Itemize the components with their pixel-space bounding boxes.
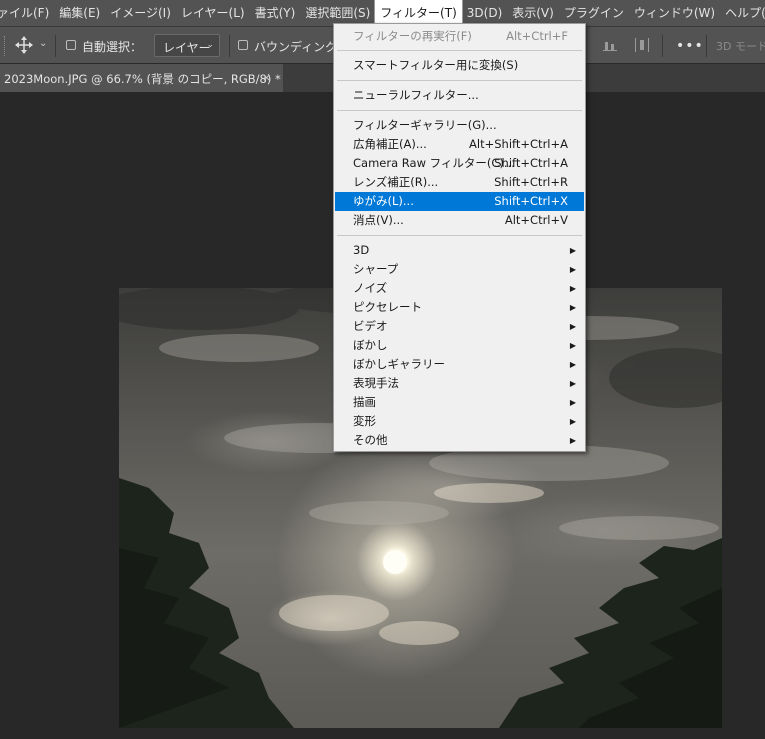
menu-item-label: 描画 [353, 395, 376, 409]
chevron-right-icon: ▶ [569, 265, 576, 274]
move-tool-icon[interactable] [15, 36, 33, 54]
auto-select-label: 自動選択： [82, 40, 143, 54]
auto-select-target-dropdown[interactable]: レイヤー ⌄ [154, 34, 220, 57]
chevron-right-icon: ▶ [569, 303, 576, 312]
menu-item-last-filter: フィルターの再実行(F) Alt+Ctrl+F [335, 27, 584, 46]
menu-item-liquify[interactable]: ゆがみ(L)... Shift+Ctrl+X [335, 192, 584, 211]
document-tab-title: 2023Moon.JPG @ 66.7% (背景 のコピー, RGB/8) * [4, 72, 281, 86]
menu-item-vanishing-point[interactable]: 消点(V)... Alt+Ctrl+V [335, 211, 584, 230]
menu-item-filter-gallery[interactable]: フィルターギャラリー(G)... [335, 116, 584, 135]
divider [229, 35, 230, 57]
show-transform-checkbox[interactable] [238, 40, 248, 50]
close-icon[interactable]: × [262, 71, 271, 84]
chevron-right-icon: ▶ [569, 417, 576, 426]
submenu-3d[interactable]: 3D ▶ [335, 241, 584, 260]
menu-divider [337, 110, 582, 111]
menu-item-shortcut: Alt+Shift+Ctrl+A [469, 137, 568, 151]
menu-item-shortcut: Shift+Ctrl+A [494, 156, 568, 170]
menu-item-label: レンズ補正(R)... [353, 175, 439, 189]
menu-item-label: ピクセレート [353, 300, 422, 314]
menu-item-shortcut: Shift+Ctrl+R [494, 175, 568, 189]
menu-item-label: 3D [353, 243, 370, 257]
menu-divider [337, 50, 582, 51]
menu-item-label: 変形 [353, 414, 376, 428]
submenu-blur[interactable]: ぼかし ▶ [335, 336, 584, 355]
chevron-right-icon: ▶ [569, 398, 576, 407]
menu-item-label: 表現手法 [353, 376, 399, 390]
menu-item-label: Camera Raw フィルター(C)... [353, 156, 515, 170]
menu-item-label: 広角補正(A)... [353, 137, 427, 151]
menu-item-adaptive-wide-angle[interactable]: 広角補正(A)... Alt+Shift+Ctrl+A [335, 135, 584, 154]
menu-item-label: シャープ [353, 262, 399, 276]
menu-item-label: フィルターの再実行(F) [353, 29, 472, 43]
submenu-blur-gallery[interactable]: ぼかしギャラリー ▶ [335, 355, 584, 374]
dropdown-value: レイヤー [163, 41, 211, 55]
chevron-right-icon: ▶ [569, 379, 576, 388]
options-bar-grip[interactable] [4, 36, 7, 56]
menu-item-camera-raw-filter[interactable]: Camera Raw フィルター(C)... Shift+Ctrl+A [335, 154, 584, 173]
menu-item-label: ノイズ [353, 281, 388, 295]
document-tab[interactable]: 2023Moon.JPG @ 66.7% (背景 のコピー, RGB/8) * … [0, 64, 283, 92]
3d-mode-label: 3D モード [716, 40, 765, 53]
divider [662, 35, 663, 57]
submenu-pixelate[interactable]: ピクセレート ▶ [335, 298, 584, 317]
menu-item-label: ぼかし [353, 338, 388, 352]
menu-item-label: スマートフィルター用に変換(S) [353, 58, 519, 72]
submenu-stylize[interactable]: 表現手法 ▶ [335, 374, 584, 393]
chevron-right-icon: ▶ [569, 341, 576, 350]
menu-image[interactable]: イメージ(I) [105, 0, 176, 27]
submenu-distort[interactable]: 変形 ▶ [335, 412, 584, 431]
menu-edit[interactable]: 編集(E) [54, 0, 105, 27]
distribute-horizontal-icon[interactable] [635, 38, 649, 52]
chevron-right-icon: ▶ [569, 284, 576, 293]
menu-type[interactable]: 書式(Y) [250, 0, 301, 27]
menu-item-shortcut: Alt+Ctrl+V [504, 213, 568, 227]
menu-item-label: ゆがみ(L)... [353, 194, 414, 208]
menu-file[interactable]: ァイル(F) [0, 0, 54, 27]
menu-item-lens-correction[interactable]: レンズ補正(R)... Shift+Ctrl+R [335, 173, 584, 192]
filter-menu-dropdown: フィルターの再実行(F) Alt+Ctrl+F スマートフィルター用に変換(S)… [333, 23, 586, 452]
divider [55, 35, 56, 57]
chevron-right-icon: ▶ [569, 322, 576, 331]
tool-preset-chevron-icon[interactable]: ⌄ [39, 38, 47, 49]
menu-layer[interactable]: レイヤー(L) [176, 0, 250, 27]
submenu-video[interactable]: ビデオ ▶ [335, 317, 584, 336]
menu-item-shortcut: Shift+Ctrl+X [494, 194, 568, 208]
menu-item-label: フィルターギャラリー(G)... [353, 118, 497, 132]
menu-window[interactable]: ウィンドウ(W) [629, 0, 720, 27]
menu-divider [337, 80, 582, 81]
menu-help[interactable]: ヘルプ(H) [720, 0, 765, 27]
menu-item-label: 消点(V)... [353, 213, 404, 227]
submenu-noise[interactable]: ノイズ ▶ [335, 279, 584, 298]
menu-item-convert-smart-filter[interactable]: スマートフィルター用に変換(S) [335, 56, 584, 75]
submenu-render[interactable]: 描画 ▶ [335, 393, 584, 412]
menu-item-shortcut: Alt+Ctrl+F [506, 29, 568, 43]
menu-item-label: ニューラルフィルター... [353, 88, 479, 102]
menu-item-label: ビデオ [353, 319, 388, 333]
menu-divider [337, 235, 582, 236]
chevron-right-icon: ▶ [569, 360, 576, 369]
divider [706, 35, 707, 57]
chevron-right-icon: ▶ [569, 246, 576, 255]
more-options-icon[interactable]: ••• [676, 38, 704, 54]
menu-item-label: その他 [353, 433, 388, 447]
chevron-down-icon: ⌄ [206, 40, 214, 50]
auto-select-checkbox[interactable] [66, 40, 76, 50]
submenu-sharpen[interactable]: シャープ ▶ [335, 260, 584, 279]
chevron-right-icon: ▶ [569, 436, 576, 445]
menu-item-label: ぼかしギャラリー [353, 357, 445, 371]
menu-item-neural-filters[interactable]: ニューラルフィルター... [335, 86, 584, 105]
distribute-bottom-icon[interactable] [603, 38, 617, 52]
submenu-other[interactable]: その他 ▶ [335, 431, 584, 450]
